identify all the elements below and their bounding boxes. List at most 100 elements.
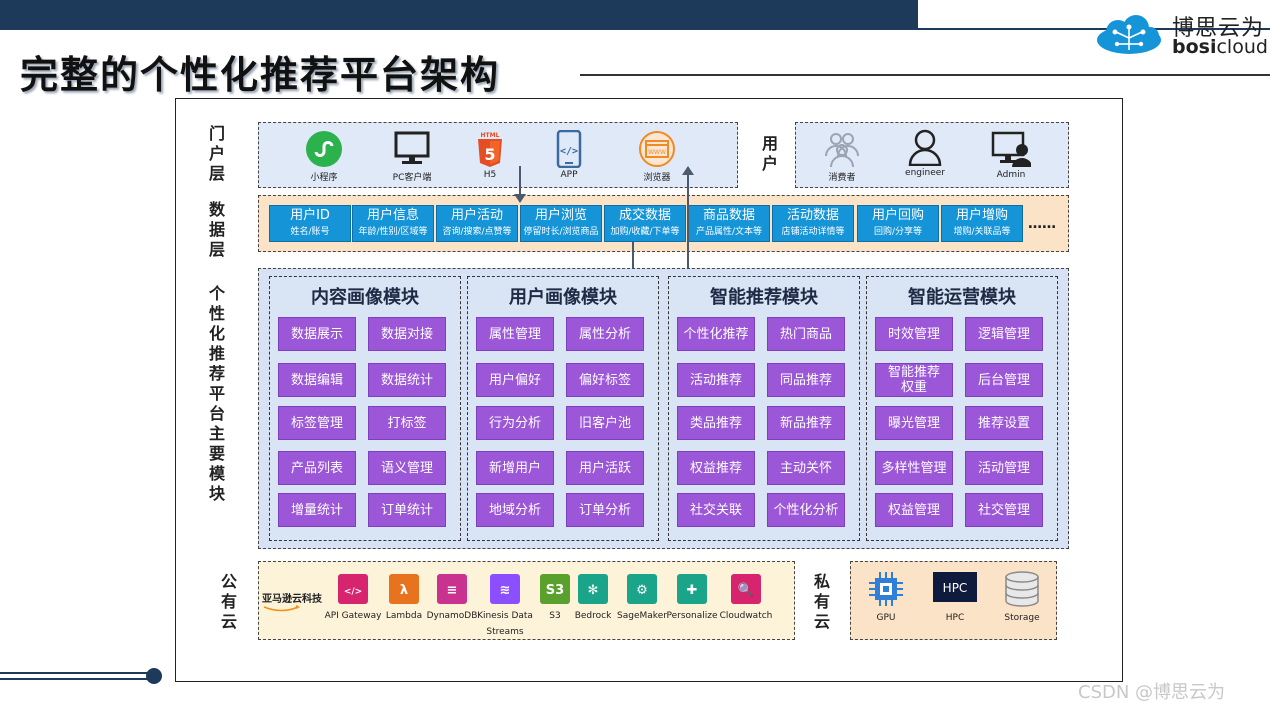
module-feature: 热门商品 xyxy=(767,317,845,351)
layer-label-private-cloud: 私有云 xyxy=(813,572,830,631)
svg-text:λ: λ xyxy=(400,583,408,598)
module-feature: 社交管理 xyxy=(965,493,1043,527)
module-feature: 偏好标签 xyxy=(566,363,644,397)
data-item: 活动数据店铺活动详情等 xyxy=(772,205,854,242)
svg-text:</>: </> xyxy=(560,146,578,157)
private-hpc: HPC HPC xyxy=(924,570,986,626)
module-feature: 权益推荐 xyxy=(677,451,755,485)
module-feature: 个性化分析 xyxy=(767,493,845,527)
title-rule xyxy=(580,74,1270,76)
module-feature: 类品推荐 xyxy=(677,406,755,440)
hpc-icon: HPC xyxy=(933,572,977,602)
module-feature: 产品列表 xyxy=(278,451,356,485)
cloud-service-label: Cloudwatch xyxy=(719,611,773,621)
storage-icon xyxy=(1005,571,1039,607)
module-feature: 新品推荐 xyxy=(767,406,845,440)
module-feature: 同品推荐 xyxy=(767,363,845,397)
svg-text:✻: ✻ xyxy=(588,583,599,598)
module-panel: 用户画像模块 属性管理 属性分析 用户偏好 偏好标签 行为分析 旧客户池 新增用户 用户活跃 地域… xyxy=(467,276,659,541)
kinesis-icon: ≋ xyxy=(490,574,520,604)
svg-text:WWW: WWW xyxy=(648,149,666,156)
cloud-service-label: DynamoDB xyxy=(426,611,478,621)
module-feature: 订单分析 xyxy=(566,493,644,527)
module-feature: 行为分析 xyxy=(476,406,554,440)
user-consumers: 消费者 xyxy=(812,130,872,183)
module-feature: 社交关联 xyxy=(677,493,755,527)
bedrock-icon: ✻ xyxy=(578,574,608,604)
mobile-app-icon: </> xyxy=(556,130,582,168)
module-feature: 活动管理 xyxy=(965,451,1043,485)
module-feature: 语义管理 xyxy=(368,451,446,485)
module-feature: 数据对接 xyxy=(368,317,446,351)
svg-text:✚: ✚ xyxy=(687,583,698,598)
svg-text:HTML: HTML xyxy=(481,132,500,139)
aws-provider-label: 亚马逊云科技 xyxy=(262,590,322,613)
page-title: 完整的个性化推荐平台架构 xyxy=(20,53,501,97)
svg-text:🔍: 🔍 xyxy=(738,581,754,598)
data-item: 用户ID 姓名/账号 xyxy=(269,205,351,242)
consumers-icon xyxy=(825,133,859,168)
private-gpu: GPU xyxy=(855,570,917,626)
lambda-icon: λ xyxy=(389,574,419,604)
user-label: 用户 xyxy=(761,134,778,173)
layer-label-modules: 个性化推荐平台主要模块 xyxy=(208,284,225,503)
module-feature: 数据编辑 xyxy=(278,363,356,397)
module-panel: 智能运营模块 时效管理 逻辑管理 智能推荐权重 后台管理 曝光管理 推荐设置 多样性管理 活动管… xyxy=(866,276,1058,541)
svg-text:HPC: HPC xyxy=(943,581,968,595)
module-feature: 数据展示 xyxy=(278,317,356,351)
module-feature: 新增用户 xyxy=(476,451,554,485)
module-feature: 地域分析 xyxy=(476,493,554,527)
module-feature: 订单统计 xyxy=(368,493,446,527)
svg-text:⚙: ⚙ xyxy=(636,583,648,598)
module-title: 用户画像模块 xyxy=(509,287,617,308)
footer-dot xyxy=(146,668,162,684)
module-feature: 推荐设置 xyxy=(965,406,1043,440)
data-item-title: 用户增购 xyxy=(955,208,1008,223)
arrow-modules-to-portal xyxy=(682,166,694,285)
data-item-subtitle: 店铺活动详情等 xyxy=(781,227,845,237)
cloudwatch-icon: 🔍 xyxy=(731,574,761,604)
layer-label-portal: 门户层 xyxy=(208,124,225,183)
data-item-title: 活动数据 xyxy=(786,208,839,223)
cloud-service: ✚ Personalize xyxy=(661,572,723,624)
data-item-subtitle: 回购/分享等 xyxy=(873,227,923,237)
data-item: 用户增购 增购/关联品等 xyxy=(941,205,1023,242)
footer-rule-top xyxy=(0,672,150,674)
module-title: 智能运营模块 xyxy=(908,287,1016,308)
data-item-title: 用户浏览 xyxy=(534,208,587,223)
data-item: 用户信息 年龄/性别/区域等 xyxy=(352,205,434,242)
module-feature: 曝光管理 xyxy=(875,406,953,440)
module-feature: 打标签 xyxy=(368,406,446,440)
data-item-title: 成交数据 xyxy=(618,208,671,223)
cloud-service-label: Lambda xyxy=(385,611,423,621)
data-item-subtitle: 咨询/搜索/点赞等 xyxy=(442,227,512,237)
module-feature: 时效管理 xyxy=(875,317,953,351)
logo-english-text: bosicloud xyxy=(1172,36,1268,58)
api-gateway-icon: </> xyxy=(338,574,368,604)
sagemaker-icon: ⚙ xyxy=(627,574,657,604)
miniprogram-icon xyxy=(306,131,342,167)
data-item-title: 用户ID xyxy=(290,208,330,223)
module-feature: 个性化推荐 xyxy=(677,317,755,351)
client-miniprogram: 小程序 xyxy=(294,130,354,183)
aws-smile-icon xyxy=(263,605,300,612)
module-feature: 用户偏好 xyxy=(476,363,554,397)
data-item: 用户活动咨询/搜索/点赞等 xyxy=(436,205,518,242)
layer-label-public-cloud: 公有云 xyxy=(220,572,237,631)
user-engineer: engineer xyxy=(895,128,955,178)
data-item-title: 用户回购 xyxy=(871,208,924,223)
module-feature: 主动关怀 xyxy=(767,451,845,485)
data-item-subtitle: 停留时长/浏览商品 xyxy=(523,227,599,237)
data-item-title: 商品数据 xyxy=(702,208,755,223)
dynamodb-icon: ≡ xyxy=(437,574,467,604)
module-panel: 智能推荐模块 个性化推荐 热门商品 活动推荐 同品推荐 类品推荐 新品推荐 权益推荐 主动关怀社… xyxy=(668,276,860,541)
module-feature: 后台管理 xyxy=(965,363,1043,397)
data-layer-more: …… xyxy=(1028,216,1056,232)
module-feature: 数据统计 xyxy=(368,363,446,397)
cloud-service-label: Bedrock xyxy=(574,611,612,621)
data-item-subtitle: 姓名/账号 xyxy=(290,227,330,237)
data-item-title: 用户活动 xyxy=(450,208,503,223)
module-feature: 智能推荐权重 xyxy=(875,363,953,397)
module-title: 内容画像模块 xyxy=(311,287,419,308)
data-item-title: 用户信息 xyxy=(366,208,419,223)
